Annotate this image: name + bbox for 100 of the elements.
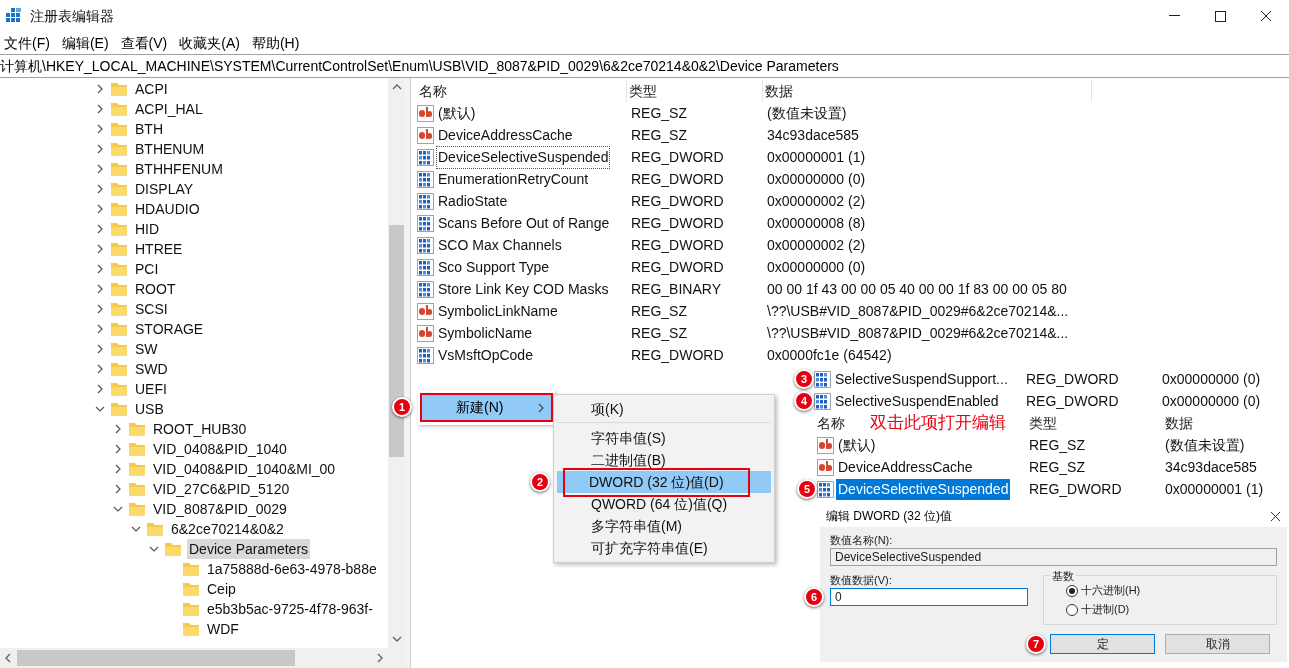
value-name[interactable]: SCO Max Channels — [436, 233, 564, 257]
tree-item[interactable]: DISPLAY — [133, 179, 196, 199]
chevron-right-icon[interactable] — [95, 204, 105, 214]
horizontal-scrollbar[interactable] — [0, 648, 405, 668]
radio-button[interactable] — [1066, 603, 1078, 616]
chevron-right-icon[interactable] — [113, 444, 123, 454]
tree-item[interactable]: HDAUDIO — [133, 199, 202, 219]
chevron-right-icon[interactable] — [95, 304, 105, 314]
column-header[interactable]: 类型 — [627, 80, 763, 102]
column-header[interactable]: 名称 — [417, 80, 627, 102]
menu-item[interactable]: 编辑(E) — [61, 32, 109, 54]
tree-item[interactable]: VID_0408&PID_1040&MI_00 — [151, 459, 338, 479]
value-name[interactable]: SymbolicLinkName — [436, 299, 560, 323]
dialog-button[interactable]: 取消 — [1165, 634, 1270, 654]
chevron-right-icon[interactable] — [113, 424, 123, 434]
tree-item[interactable]: HID — [133, 219, 162, 239]
menu-item[interactable]: 多字符串值(M) — [557, 515, 771, 537]
value-name[interactable]: SymbolicName — [436, 321, 535, 345]
chevron-right-icon[interactable] — [95, 264, 105, 274]
dialog-button[interactable]: 定 — [1050, 634, 1155, 654]
menu-item[interactable]: 帮助(H) — [251, 32, 300, 54]
tree-item[interactable]: ROOT — [133, 279, 178, 299]
tree-item[interactable]: UEFI — [133, 379, 169, 399]
tree-item[interactable]: STORAGE — [133, 319, 206, 339]
chevron-right-icon[interactable] — [95, 164, 105, 174]
chevron-right-icon[interactable] — [95, 104, 105, 114]
value-name[interactable]: EnumerationRetryCount — [436, 167, 591, 191]
address-bar[interactable]: 计算机\HKEY_LOCAL_MACHINE\SYSTEM\CurrentControlSet\Enum\USB\VID_8087&PID_0029\6&2ce70214&0&2\Device Parameters — [0, 54, 1289, 78]
value-name[interactable]: DeviceAddressCache — [436, 123, 575, 147]
chevron-right-icon[interactable] — [95, 144, 105, 154]
tree-item[interactable]: Ceip — [205, 579, 238, 599]
tree-item[interactable]: HTREE — [133, 239, 185, 259]
value-name[interactable]: (默认) — [436, 101, 478, 125]
tree-item[interactable]: e5b3b5ac-9725-4f78-963f- — [205, 599, 375, 619]
chevron-right-icon[interactable] — [95, 324, 105, 334]
scrollbar-thumb[interactable] — [17, 650, 295, 666]
chevron-right-icon[interactable] — [95, 224, 105, 234]
menu-item[interactable]: 二进制值(B) — [557, 449, 771, 471]
chevron-down-icon[interactable] — [95, 404, 105, 414]
value-name[interactable]: DeviceAddressCache — [836, 456, 975, 478]
tree-item[interactable]: Device Parameters — [187, 539, 311, 559]
value-name[interactable]: (默认) — [836, 434, 878, 456]
menu-item[interactable]: 可扩充字符串值(E) — [557, 537, 771, 559]
tree-item[interactable]: ACPI — [133, 79, 170, 99]
tree-item[interactable]: BTHENUM — [133, 139, 207, 159]
maximize-icon[interactable] — [1214, 10, 1226, 22]
menu-item[interactable]: 字符串值(S) — [557, 427, 771, 449]
chevron-down-icon[interactable] — [131, 524, 141, 534]
value-name[interactable]: SelectiveSuspendEnabled — [833, 390, 1001, 412]
value-name[interactable]: SelectiveSuspendSupport... — [833, 368, 1010, 390]
value-name[interactable]: Store Link Key COD Masks — [436, 277, 611, 301]
chevron-right-icon[interactable] — [95, 364, 105, 374]
menu-item[interactable]: 查看(V) — [120, 32, 168, 54]
close-icon[interactable] — [1260, 10, 1272, 22]
tree-item[interactable]: VID_0408&PID_1040 — [151, 439, 289, 459]
tree-item[interactable]: VID_27C6&PID_5120 — [151, 479, 292, 499]
menu-item[interactable]: QWORD (64 位)值(Q) — [557, 493, 771, 515]
value-name[interactable]: DeviceSelectiveSuspended — [436, 145, 611, 169]
tree-item[interactable]: SCSI — [133, 299, 170, 319]
tree-item[interactable]: ACPI_HAL — [133, 99, 205, 119]
tree-item[interactable]: BTH — [133, 119, 165, 139]
chevron-right-icon[interactable] — [113, 484, 123, 494]
chevron-right-icon[interactable] — [113, 464, 123, 474]
chevron-right-icon[interactable] — [95, 84, 105, 94]
chevron-right-icon[interactable] — [95, 344, 105, 354]
chevron-right-icon[interactable] — [95, 284, 105, 294]
minimize-icon[interactable] — [1168, 15, 1180, 17]
chevron-down-icon[interactable] — [149, 544, 159, 554]
menu-item[interactable]: 新建(N) — [420, 393, 553, 422]
value-name[interactable]: VsMsftOpCode — [436, 343, 535, 367]
chevron-right-icon[interactable] — [95, 244, 105, 254]
value-type: REG_BINARY — [630, 279, 722, 299]
input-field[interactable]: 0 — [830, 588, 1028, 606]
folder-icon — [111, 282, 127, 296]
close-icon[interactable] — [1270, 510, 1281, 522]
tree-item[interactable]: 1a75888d-6e63-4978-b88e — [205, 559, 379, 579]
tree-item[interactable]: USB — [133, 399, 166, 419]
value-name[interactable]: DeviceSelectiveSuspended — [836, 478, 1011, 500]
tree-item[interactable]: ROOT_HUB30 — [151, 419, 249, 439]
menu-item[interactable]: 项(K) — [557, 398, 771, 420]
chevron-right-icon[interactable] — [95, 124, 105, 134]
value-name[interactable]: Sco Support Type — [436, 255, 552, 279]
tree-item[interactable]: SW — [133, 339, 160, 359]
value-type: REG_SZ — [630, 323, 688, 343]
chevron-right-icon[interactable] — [95, 184, 105, 194]
menu-item[interactable]: 收藏夹(A) — [179, 32, 240, 54]
chevron-right-icon[interactable] — [95, 384, 105, 394]
value-name[interactable]: RadioState — [436, 189, 510, 213]
tree-item[interactable]: SWD — [133, 359, 170, 379]
column-header[interactable]: 数据 — [763, 80, 1092, 102]
tree-item[interactable]: WDF — [205, 619, 241, 639]
tree-item[interactable]: 6&2ce70214&0&2 — [169, 519, 286, 539]
tree-item[interactable]: VID_8087&PID_0029 — [151, 499, 289, 519]
tree-item[interactable]: BTHHFENUM — [133, 159, 225, 179]
value-name[interactable]: Scans Before Out of Range — [436, 211, 612, 235]
scrollbar-thumb[interactable] — [389, 225, 404, 457]
value-data: 0x00000001 (1) — [766, 147, 866, 167]
tree-item[interactable]: PCI — [133, 259, 161, 279]
menu-item[interactable]: 文件(F) — [4, 32, 50, 54]
chevron-down-icon[interactable] — [113, 504, 123, 514]
